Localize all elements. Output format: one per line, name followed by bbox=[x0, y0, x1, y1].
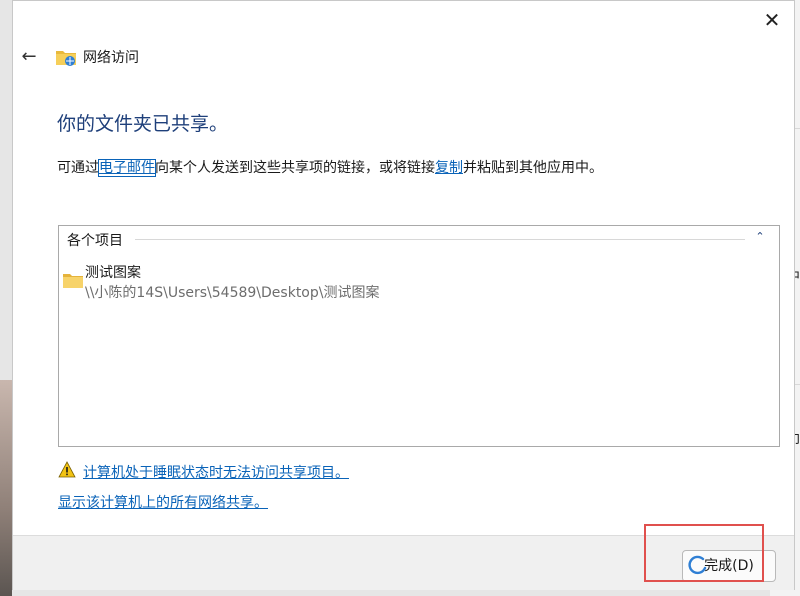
group-header-divider bbox=[135, 239, 745, 240]
share-description: 可通过电子邮件向某个人发送到这些共享项的链接，或将链接复制并粘贴到其他应用中。 bbox=[57, 157, 603, 177]
close-button[interactable]: ✕ bbox=[757, 5, 787, 35]
collapse-chevron-icon[interactable]: ⌃ bbox=[751, 228, 769, 246]
desktop-background bbox=[0, 380, 12, 596]
item-name: 测试图案 bbox=[85, 265, 141, 281]
item-path: \\小陈的14S\Users\54589\Desktop\测试图案 bbox=[85, 285, 380, 301]
warning-icon bbox=[58, 461, 76, 478]
desc-text-after: 并粘贴到其他应用中。 bbox=[463, 160, 603, 176]
folder-icon bbox=[63, 274, 83, 288]
watermark-logo bbox=[688, 555, 707, 575]
dialog-footer: 完成(D) bbox=[13, 535, 794, 590]
network-access-dialog: ✕ ← 网络访问 你的文件夹已共享。 可通过电子邮件向某个人发送到这些共享项的链… bbox=[12, 0, 795, 590]
wizard-title: 网络访问 bbox=[83, 50, 139, 66]
copy-link[interactable]: 复制 bbox=[435, 160, 463, 176]
sleep-warning-link[interactable]: 计算机处于睡眠状态时无法访问共享项目。 bbox=[83, 462, 349, 482]
back-button[interactable]: ← bbox=[15, 43, 43, 71]
group-header: 各个项目 bbox=[67, 230, 127, 250]
screen: 中 印 ✕ ← 网络访问 你的文件夹已共享。 可通过电子邮件向某个人发送到这些共… bbox=[0, 0, 800, 596]
email-link[interactable]: 电子邮件 bbox=[98, 159, 156, 177]
show-all-shares-link[interactable]: 显示该计算机上的所有网络共享。 bbox=[58, 492, 268, 512]
network-folder-icon bbox=[56, 51, 76, 66]
page-heading: 你的文件夹已共享。 bbox=[57, 113, 229, 135]
desc-text-middle: 向某个人发送到这些共享项的链接，或将链接 bbox=[155, 160, 435, 176]
list-item[interactable]: 测试图案 \\小陈的14S\Users\54589\Desktop\测试图案 bbox=[63, 262, 563, 302]
desc-text-before: 可通过 bbox=[57, 160, 99, 176]
shared-items-list: 各个项目 ⌃ 测试图案 \\小陈的14S\Users\54589\Desktop… bbox=[58, 225, 780, 447]
